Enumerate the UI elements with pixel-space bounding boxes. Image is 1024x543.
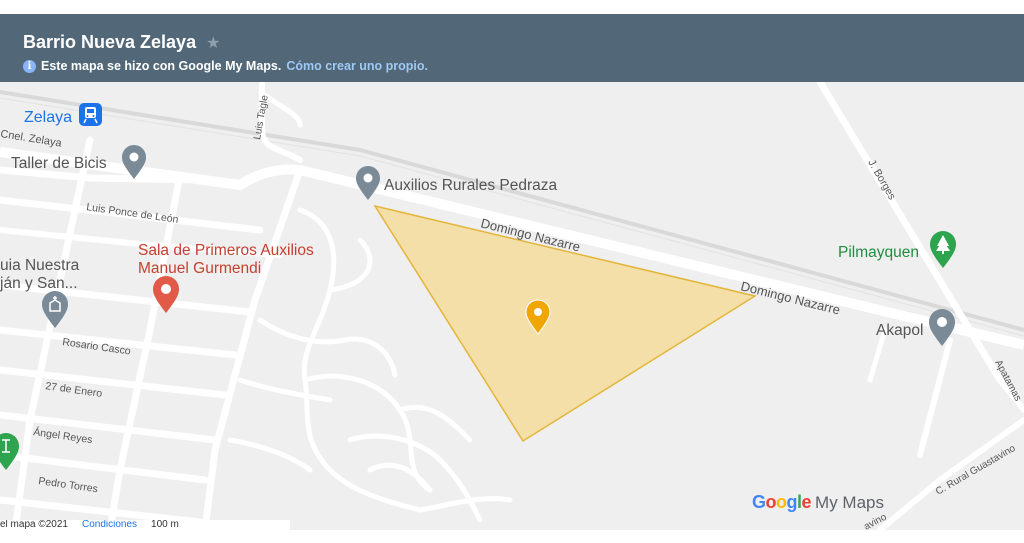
place-label-sala-1: Sala de Primeros Auxilios xyxy=(138,242,314,259)
place-label-zelaya: Zelaya xyxy=(24,109,72,126)
place-label-guia-2: ján y San... xyxy=(0,275,78,292)
google-my-maps-logo: Google My Maps xyxy=(752,492,884,513)
place-label-guia-1: uia Nuestra xyxy=(0,257,80,274)
map-footer: el mapa ©2021 Condiciones 100 m xyxy=(0,520,290,530)
place-label-taller: Taller de Bicis xyxy=(11,155,107,172)
map-title: Barrio Nueva Zelaya xyxy=(23,32,197,52)
create-map-link[interactable]: Cómo crear uno propio. xyxy=(286,59,428,73)
terms-link[interactable]: Condiciones xyxy=(82,520,137,530)
info-icon: i xyxy=(23,59,36,73)
info-text: Este mapa se hizo con Google My Maps. xyxy=(41,59,282,73)
my-maps-text: My Maps xyxy=(815,493,885,512)
map-header: Barrio Nueva Zelaya ★ i Este mapa se hiz… xyxy=(0,14,1024,82)
place-label-pilmayquen: Pilmayquen xyxy=(838,244,919,261)
place-label-sala-2: Manuel Gurmendi xyxy=(138,260,261,277)
place-label-auxilios: Auxilios Rurales Pedraza xyxy=(384,177,558,194)
copyright-text: el mapa ©2021 xyxy=(0,520,68,530)
place-label-akapol: Akapol xyxy=(876,322,923,339)
google-logo-text: Google xyxy=(752,492,812,512)
star-icon[interactable]: ★ xyxy=(206,33,220,53)
scale-label: 100 m xyxy=(151,520,179,530)
